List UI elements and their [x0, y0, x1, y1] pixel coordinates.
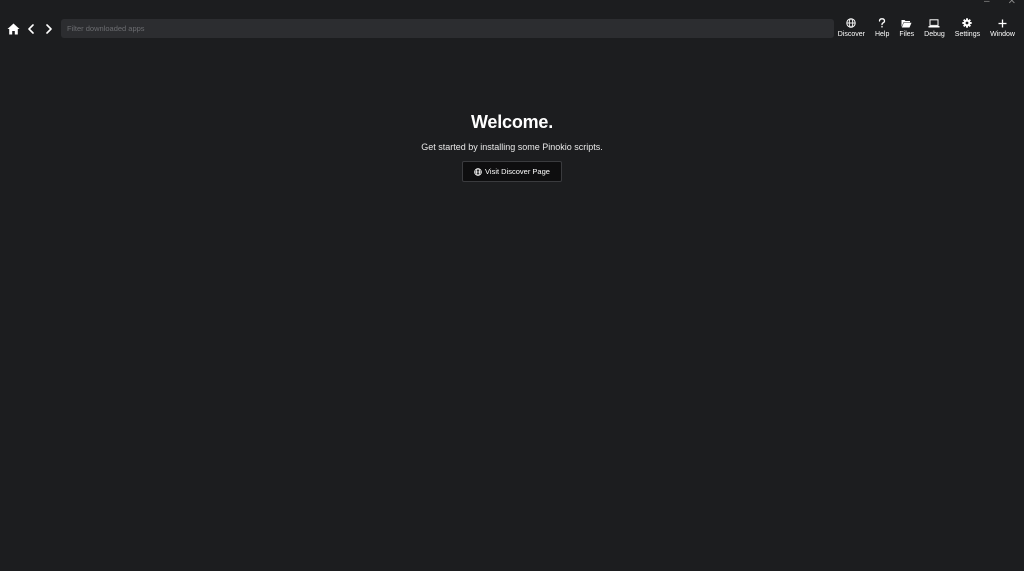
plus-icon — [998, 17, 1007, 29]
files-button[interactable]: Files — [894, 17, 919, 39]
welcome-panel: Welcome. Get started by installing some … — [0, 111, 1024, 182]
top-bar: Discover Help Files — [0, 17, 1024, 41]
globe-icon — [846, 17, 857, 29]
debug-label: Debug — [924, 31, 945, 38]
close-button[interactable]: ✕ — [1008, 0, 1016, 7]
nav-controls — [0, 19, 56, 39]
discover-label: Discover — [837, 31, 865, 38]
chevron-right-icon — [46, 24, 52, 34]
window-label: Window — [990, 31, 1015, 38]
folder-open-icon — [901, 17, 912, 29]
visit-discover-button[interactable]: Visit Discover Page — [462, 161, 562, 182]
gear-icon — [962, 17, 973, 29]
globe-icon — [474, 167, 482, 176]
new-window-button[interactable]: Window — [985, 17, 1020, 39]
home-icon — [7, 23, 19, 35]
help-button[interactable]: Help — [870, 17, 894, 39]
files-label: Files — [899, 31, 915, 38]
laptop-icon — [928, 17, 940, 29]
toolbar: Discover Help Files Debug Settings Windo… — [833, 17, 1020, 39]
settings-button[interactable]: Settings — [950, 17, 985, 39]
search-input[interactable] — [61, 19, 834, 38]
question-icon — [878, 17, 886, 29]
settings-label: Settings — [954, 31, 981, 38]
debug-button[interactable]: Debug — [919, 17, 950, 39]
help-label: Help — [874, 31, 890, 38]
chevron-left-icon — [28, 24, 34, 34]
minimize-button[interactable]: – — [984, 0, 990, 7]
welcome-subtitle: Get started by installing some Pinokio s… — [421, 142, 603, 152]
discover-button[interactable]: Discover — [833, 17, 870, 39]
visit-discover-label: Visit Discover Page — [485, 167, 550, 176]
window-controls: – ✕ — [984, 0, 1016, 7]
forward-button[interactable] — [42, 19, 56, 39]
welcome-title: Welcome. — [470, 112, 554, 132]
back-button[interactable] — [24, 19, 38, 39]
home-button[interactable] — [6, 19, 20, 39]
